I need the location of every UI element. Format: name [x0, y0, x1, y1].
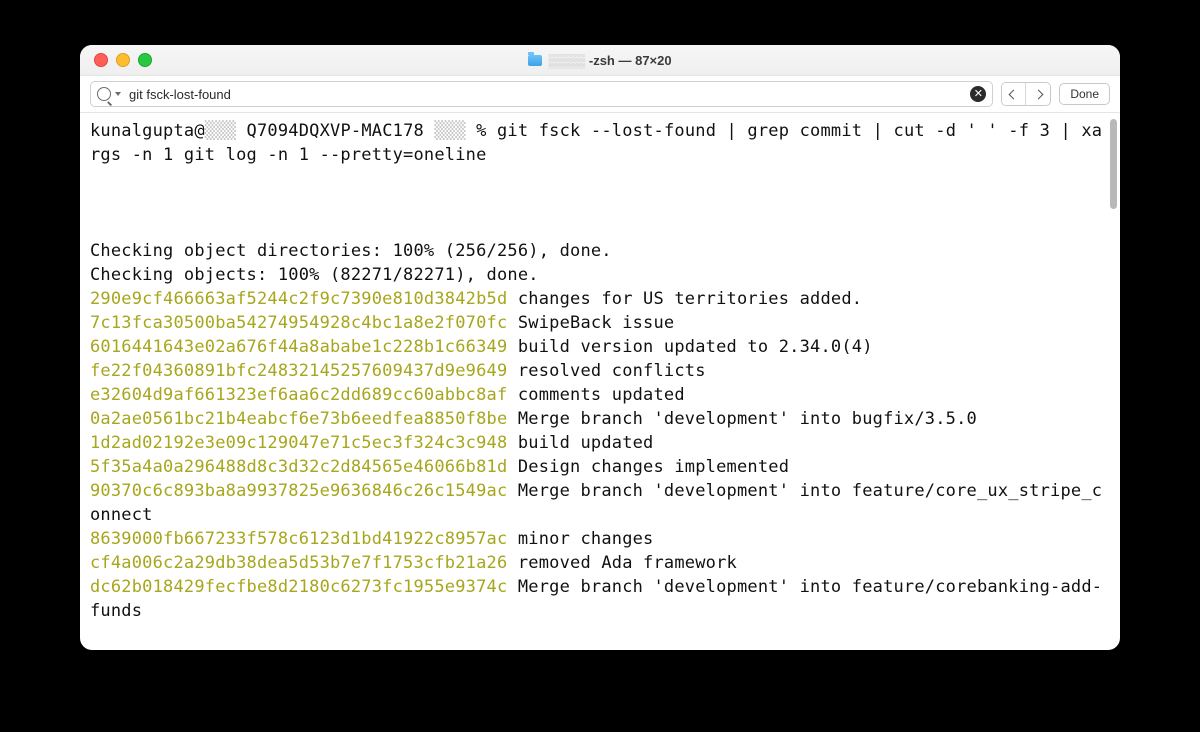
chevron-left-icon [1009, 89, 1019, 99]
scrollbar-thumb[interactable] [1110, 119, 1117, 209]
window-title: ▒▒▒▒ -zsh — 87×20 [80, 53, 1120, 68]
terminal-area[interactable]: kunalgupta@▒▒▒ Q7094DQXVP-MAC178 ▒▒▒ % g… [80, 113, 1120, 650]
titlebar: ▒▒▒▒ -zsh — 87×20 [80, 45, 1120, 76]
search-icon [97, 87, 111, 101]
minimize-button[interactable] [116, 53, 130, 67]
traffic-lights [94, 53, 152, 67]
search-next-button[interactable] [1026, 83, 1050, 105]
title-obscured: ▒▒▒▒ [548, 53, 585, 68]
search-field[interactable]: ✕ [90, 81, 993, 107]
terminal-window: ▒▒▒▒ -zsh — 87×20 ✕ Done kunalgupta@▒▒▒ … [80, 45, 1120, 650]
folder-icon [528, 55, 542, 66]
chevron-right-icon [1033, 89, 1043, 99]
clear-search-button[interactable]: ✕ [970, 86, 986, 102]
close-button[interactable] [94, 53, 108, 67]
search-prev-button[interactable] [1002, 83, 1026, 105]
maximize-button[interactable] [138, 53, 152, 67]
search-input[interactable] [127, 86, 964, 103]
terminal-output[interactable]: kunalgupta@▒▒▒ Q7094DQXVP-MAC178 ▒▒▒ % g… [90, 119, 1106, 623]
search-options-chevron-icon[interactable] [115, 92, 121, 96]
title-text: -zsh — 87×20 [589, 53, 672, 68]
done-button[interactable]: Done [1059, 83, 1110, 105]
search-toolbar: ✕ Done [80, 76, 1120, 113]
search-nav-segment [1001, 82, 1051, 106]
